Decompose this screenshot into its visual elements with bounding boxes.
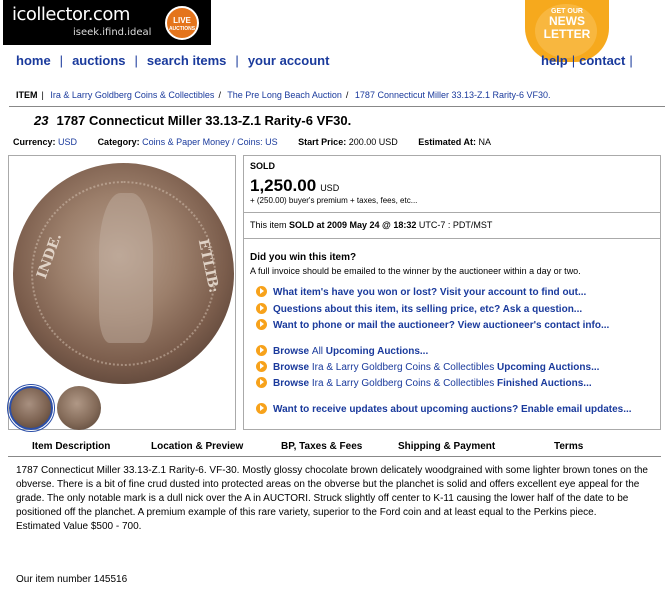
arrow-bullet-icon [256,403,267,414]
breadcrumb-auction[interactable]: The Pre Long Beach Auction [227,90,342,100]
thumbnail-reverse[interactable] [57,386,101,430]
arrow-bullet-icon [256,303,267,314]
site-logo[interactable]: icollector.com iseek.ifind.ideal LIVE AU… [3,0,211,45]
link-browse-all-upcoming[interactable]: Browse All Upcoming Auctions... [256,345,428,357]
tab-location-preview[interactable]: Location & Preview [151,441,243,452]
breadcrumb: ITEM | Ira & Larry Goldberg Coins & Colle… [16,90,551,100]
logo-tagline: iseek.ifind.ideal [73,27,152,38]
estimated-label: Estimated At: [418,137,476,147]
divider [9,106,665,107]
live-auctions-badge[interactable]: LIVE AUCTIONS [165,6,199,40]
live-badge-sub: AUCTIONS [168,26,196,32]
sold-status: SOLD [250,161,276,171]
live-badge-main: LIVE [173,16,191,25]
buyers-premium: + (250.00) buyer's premium + taxes, fees… [250,196,418,205]
breadcrumb-auctioneer[interactable]: Ira & Larry Goldberg Coins & Collectible… [50,90,214,100]
nav-contact[interactable]: contact [579,53,625,68]
nav-your-account[interactable]: your account [248,53,330,68]
category-value[interactable]: Coins & Paper Money / Coins: US [142,137,278,147]
description-estimate: Estimated Value $500 - 700. [16,521,142,532]
link-email-updates[interactable]: Want to receive updates about upcoming a… [256,403,632,415]
item-meta: Currency: USD Category: Coins & Paper Mo… [13,137,491,147]
item-description: 1787 Connecticut Miller 33.13-Z.1 Rarity… [16,464,652,534]
price-value: 1,250.00 [250,176,317,195]
price-currency: USD [320,183,340,193]
currency-value[interactable]: USD [58,137,77,147]
tab-shipping-payment[interactable]: Shipping & Payment [398,441,495,452]
link-browse-auctioneer-finished[interactable]: Browse Ira & Larry Goldberg Coins & Coll… [256,377,592,389]
arrow-bullet-icon [256,361,267,372]
nav-home[interactable]: home [16,53,51,68]
sold-at: This item SOLD at 2009 May 24 @ 18:32 UT… [250,220,493,230]
item-title: 1787 Connecticut Miller 33.13-Z.1 Rarity… [56,113,352,128]
invoice-note: A full invoice should be emailed to the … [250,266,581,276]
link-ask-question[interactable]: Questions about this item, its selling p… [256,303,582,315]
secondary-nav: help | contact | [541,53,633,68]
image-panel: INDE. ETLIB: [7,155,236,432]
start-price-value: 200.00 USD [348,137,398,147]
breadcrumb-label: ITEM [16,90,38,100]
nav-search-items[interactable]: search items [147,53,227,68]
tab-terms[interactable]: Terms [554,441,583,452]
estimated-value: NA [478,137,491,147]
sold-price: 1,250.00 USD [250,176,339,196]
newsletter-line1: GET OUR [551,8,583,15]
arrow-bullet-icon [256,377,267,388]
item-number: Our item number 145516 [16,574,128,585]
link-won-lost[interactable]: What item's have you won or lost? Visit … [256,286,586,298]
thumbnail-obverse[interactable] [7,384,55,432]
description-text: 1787 Connecticut Miller 33.13-Z.1 Rarity… [16,465,648,518]
arrow-bullet-icon [256,345,267,356]
coin-seated-figure [99,193,153,343]
category-label: Category: [97,137,140,147]
newsletter-line3: LETTER [543,27,591,41]
link-browse-auctioneer-upcoming[interactable]: Browse Ira & Larry Goldberg Coins & Coll… [256,361,599,373]
did-you-win-heading: Did you win this item? [250,252,357,263]
divider [244,212,660,213]
tab-bp-taxes-fees[interactable]: BP, Taxes & Fees [281,441,362,452]
page-title: 23 1787 Connecticut Miller 33.13-Z.1 Rari… [34,113,351,128]
sale-panel: SOLD 1,250.00 USD + (250.00) buyer's prem… [243,155,661,430]
divider [8,456,661,457]
nav-help[interactable]: help [541,53,568,68]
currency-label: Currency: [13,137,56,147]
nav-auctions[interactable]: auctions [72,53,125,68]
arrow-bullet-icon [256,319,267,330]
arrow-bullet-icon [256,286,267,297]
logo-text: icollector.com [12,4,130,25]
coin-image[interactable]: INDE. ETLIB: [13,163,234,384]
link-contact-info[interactable]: Want to phone or mail the auctioneer? Vi… [256,319,609,331]
breadcrumb-item[interactable]: 1787 Connecticut Miller 33.13-Z.1 Rarity… [355,90,551,100]
lot-number: 23 [34,113,49,128]
main-nav: home | auctions | search items | your account [16,53,330,68]
tab-item-description[interactable]: Item Description [32,441,110,452]
start-price-label: Start Price: [298,137,347,147]
divider [244,238,660,239]
